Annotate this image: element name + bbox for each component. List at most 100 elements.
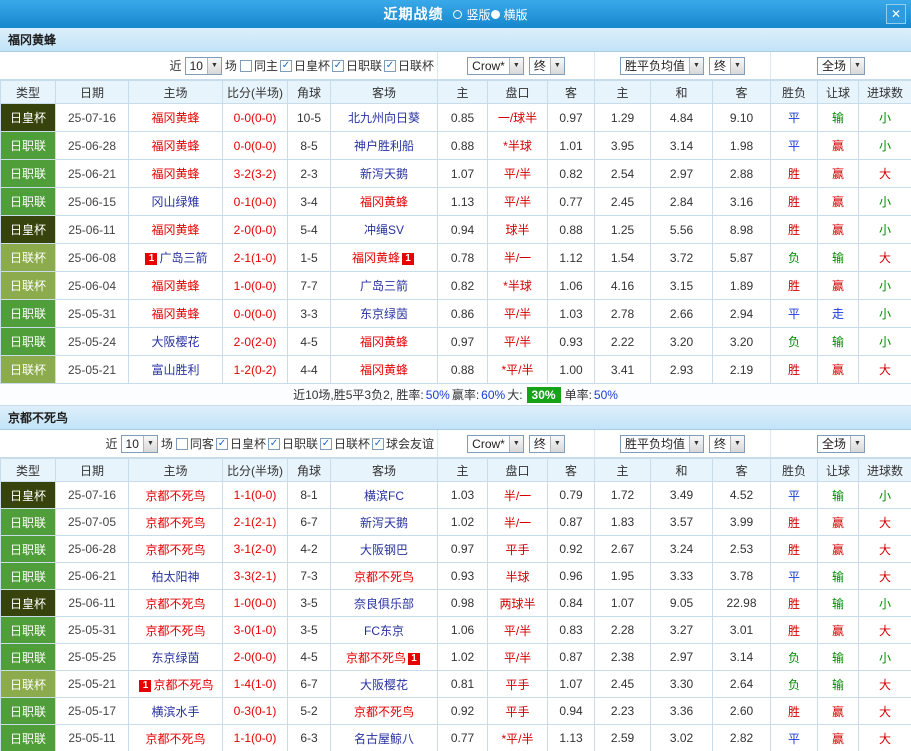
home-team-name[interactable]: 福冈黄蜂 xyxy=(151,139,199,153)
home-team-cell[interactable]: 大阪樱花 xyxy=(128,327,223,356)
filter-checkbox[interactable]: ✓ 日联杯 xyxy=(319,435,370,452)
home-team-cell[interactable]: 京都不死鸟 xyxy=(128,508,223,536)
home-team-name[interactable]: 京都不死鸟 xyxy=(145,597,205,611)
away-team-name[interactable]: 福冈黄蜂 xyxy=(360,335,408,349)
away-team-cell[interactable]: 京都不死鸟 1 xyxy=(330,643,438,671)
filter-checkbox[interactable]: ✓ 日联杯 xyxy=(383,57,434,74)
date-cell[interactable]: 25-05-31 xyxy=(55,616,129,644)
away-team-name[interactable]: 新泻天鹅 xyxy=(360,516,408,530)
date-cell[interactable]: 25-06-08 xyxy=(55,243,129,272)
date-cell[interactable]: 25-06-11 xyxy=(55,215,129,244)
filter-checkbox[interactable]: ✓ 日皇杯 xyxy=(279,57,330,74)
games-count-select[interactable]: 10 ▼ xyxy=(184,56,222,75)
date-cell[interactable]: 25-06-04 xyxy=(55,271,129,300)
away-team-name[interactable]: 神户胜利船 xyxy=(354,139,414,153)
away-team-cell[interactable]: 新泻天鹅 xyxy=(330,508,438,536)
away-team-name[interactable]: 京都不死鸟 xyxy=(354,570,414,584)
home-team-cell[interactable]: 福冈黄蜂 xyxy=(128,131,223,160)
away-team-name[interactable]: 名古屋鲸八 xyxy=(354,732,414,746)
away-team-cell[interactable]: 新泻天鹅 xyxy=(330,159,438,188)
close-button[interactable]: ✕ xyxy=(886,4,906,24)
date-cell[interactable]: 25-05-24 xyxy=(55,327,129,356)
home-team-name[interactable]: 冈山绿雉 xyxy=(151,195,199,209)
home-team-cell[interactable]: 福冈黄蜂 xyxy=(128,103,223,132)
match-scope-select[interactable]: 全场 ▼ xyxy=(816,56,865,75)
date-cell[interactable]: 25-05-17 xyxy=(55,697,129,725)
filter-checkbox[interactable]: ✓ 球会友谊 xyxy=(371,435,434,452)
score-cell[interactable]: 2-0(0-0) xyxy=(222,643,288,671)
score-cell[interactable]: 0-3(0-1) xyxy=(222,697,288,725)
home-team-cell[interactable]: 京都不死鸟 xyxy=(128,724,223,751)
date-cell[interactable]: 25-07-05 xyxy=(55,508,129,536)
score-cell[interactable]: 1-4(1-0) xyxy=(222,670,288,698)
date-cell[interactable]: 25-05-11 xyxy=(55,724,129,751)
checkbox-icon[interactable]: ✓ xyxy=(331,59,344,72)
score-cell[interactable]: 3-0(1-0) xyxy=(222,616,288,644)
home-team-name[interactable]: 京都不死鸟 xyxy=(145,624,205,638)
date-cell[interactable]: 25-06-11 xyxy=(55,589,129,617)
score-cell[interactable]: 0-1(0-0) xyxy=(222,187,288,216)
away-team-cell[interactable]: 广岛三箭 xyxy=(330,271,438,300)
score-cell[interactable]: 3-1(2-0) xyxy=(222,535,288,563)
away-team-name[interactable]: 东京绿茵 xyxy=(360,307,408,321)
checkbox-icon[interactable]: ✓ xyxy=(267,437,280,450)
home-team-name[interactable]: 福冈黄蜂 xyxy=(151,279,199,293)
home-team-name[interactable]: 京都不死鸟 xyxy=(153,678,213,692)
checkbox-icon[interactable]: ✓ xyxy=(383,59,396,72)
away-team-name[interactable]: 福冈黄蜂 xyxy=(352,251,400,265)
away-team-cell[interactable]: 大阪钢巴 xyxy=(330,535,438,563)
avg-final-select[interactable]: 终 ▼ xyxy=(709,56,746,75)
checkbox-icon[interactable]: ✓ xyxy=(319,437,332,450)
away-team-name[interactable]: 大阪樱花 xyxy=(360,678,408,692)
away-team-cell[interactable]: 大阪樱花 xyxy=(330,670,438,698)
layout-radio-option[interactable]: 横版 xyxy=(490,6,528,23)
home-team-cell[interactable]: 东京绿茵 xyxy=(128,643,223,671)
date-cell[interactable]: 25-06-21 xyxy=(55,562,129,590)
away-team-name[interactable]: 北九州向日葵 xyxy=(348,111,420,125)
home-team-name[interactable]: 大阪樱花 xyxy=(151,335,199,349)
odds-company-select[interactable]: Crow* ▼ xyxy=(467,434,524,453)
layout-radio-option[interactable]: 竖版 xyxy=(453,6,491,23)
home-team-name[interactable]: 京都不死鸟 xyxy=(145,489,205,503)
date-cell[interactable]: 25-06-28 xyxy=(55,535,129,563)
away-team-cell[interactable]: 东京绿茵 xyxy=(330,299,438,328)
home-team-cell[interactable]: 京都不死鸟 xyxy=(128,481,223,509)
away-team-name[interactable]: 福冈黄蜂 xyxy=(360,195,408,209)
away-team-name[interactable]: 京都不死鸟 xyxy=(354,705,414,719)
away-team-name[interactable]: 冲绳SV xyxy=(364,223,404,237)
filter-checkbox[interactable]: ✓ 日职联 xyxy=(331,57,382,74)
home-team-name[interactable]: 京都不死鸟 xyxy=(145,543,205,557)
away-team-cell[interactable]: 福冈黄蜂 xyxy=(330,355,438,384)
filter-checkbox[interactable]: 同主 xyxy=(239,57,278,74)
home-team-cell[interactable]: 福冈黄蜂 xyxy=(128,271,223,300)
date-cell[interactable]: 25-06-28 xyxy=(55,131,129,160)
filter-checkbox[interactable]: 同客 xyxy=(175,435,214,452)
away-team-cell[interactable]: FC东京 xyxy=(330,616,438,644)
avg-type-select[interactable]: 胜平负均值 ▼ xyxy=(619,56,704,75)
away-team-name[interactable]: 福冈黄蜂 xyxy=(360,363,408,377)
date-cell[interactable]: 25-07-16 xyxy=(55,103,129,132)
home-team-cell[interactable]: 京都不死鸟 xyxy=(128,616,223,644)
home-team-name[interactable]: 东京绿茵 xyxy=(151,651,199,665)
score-cell[interactable]: 0-0(0-0) xyxy=(222,299,288,328)
home-team-name[interactable]: 福冈黄蜂 xyxy=(151,167,199,181)
away-team-cell[interactable]: 横滨FC xyxy=(330,481,438,509)
away-team-name[interactable]: 横滨FC xyxy=(364,489,404,503)
home-team-cell[interactable]: 1 京都不死鸟 xyxy=(128,670,223,698)
away-team-name[interactable]: 大阪钢巴 xyxy=(360,543,408,557)
odds-final-select[interactable]: 终 ▼ xyxy=(528,56,565,75)
home-team-cell[interactable]: 柏太阳神 xyxy=(128,562,223,590)
date-cell[interactable]: 25-05-21 xyxy=(55,355,129,384)
away-team-name[interactable]: 奈良俱乐部 xyxy=(354,597,414,611)
away-team-cell[interactable]: 福冈黄蜂 1 xyxy=(330,243,438,272)
score-cell[interactable]: 2-1(1-0) xyxy=(222,243,288,272)
home-team-name[interactable]: 福冈黄蜂 xyxy=(151,307,199,321)
away-team-name[interactable]: 广岛三箭 xyxy=(360,279,408,293)
home-team-cell[interactable]: 福冈黄蜂 xyxy=(128,215,223,244)
away-team-cell[interactable]: 奈良俱乐部 xyxy=(330,589,438,617)
away-team-cell[interactable]: 北九州向日葵 xyxy=(330,103,438,132)
date-cell[interactable]: 25-06-21 xyxy=(55,159,129,188)
checkbox-icon[interactable] xyxy=(175,437,188,450)
games-count-select[interactable]: 10 ▼ xyxy=(120,434,158,453)
date-cell[interactable]: 25-05-31 xyxy=(55,299,129,328)
